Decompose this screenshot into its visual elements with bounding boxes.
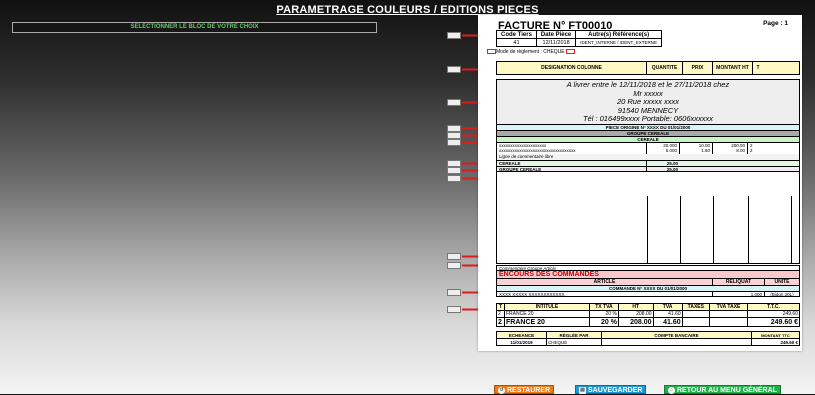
- restore-label: RESTAURER: [507, 387, 551, 394]
- color-swatch[interactable]: [447, 262, 461, 269]
- color-swatch[interactable]: [447, 253, 461, 260]
- line-t: 2: [750, 148, 753, 153]
- column-divider: [680, 196, 681, 263]
- echeance-table[interactable]: ECHEANCE RÉGLÉE PAR COMPTE BANCAIRE MONT…: [496, 331, 800, 346]
- tva-h-taxes: TAXES: [681, 303, 711, 311]
- encours-title[interactable]: ENCOURS DES COMMANDES: [496, 270, 800, 278]
- ech-h-compte: COMPTE BANCAIRE: [601, 331, 752, 339]
- color-swatch[interactable]: [447, 99, 461, 106]
- tva-h-tva: TVA: [652, 303, 683, 311]
- tva-tva: 41.60: [652, 317, 683, 327]
- col-price: PRIX: [683, 62, 713, 74]
- tva-h-tvataxe: TVA TAXE: [709, 303, 748, 311]
- tva-ttc: 249.60 €: [747, 317, 800, 327]
- col-t: T: [756, 65, 760, 71]
- payment-mode-label: Mode de règlement :: [496, 49, 542, 55]
- color-swatch[interactable]: [447, 32, 461, 39]
- ech-h-ttc: MONTANT TTC: [751, 331, 800, 339]
- tva-tx: 20 %: [589, 317, 619, 327]
- enc-unit: (Bidon 20L): [770, 292, 794, 297]
- enc-col-unite: UNITE: [774, 279, 790, 285]
- color-swatch[interactable]: [447, 167, 461, 174]
- date-piece-value: 12/11/2018: [535, 38, 577, 47]
- tva-ttc: 249.60: [747, 310, 800, 318]
- col-quantity: QUANTITE: [647, 62, 683, 74]
- subtotal-groupe[interactable]: GROUPE CEREALE 25.00: [497, 166, 799, 172]
- ech-reglee: CHEQUE: [546, 338, 602, 346]
- col-designation: DESIGNATION COLONNE: [497, 62, 647, 74]
- enc-col-article: ARTICLE: [497, 279, 713, 285]
- payment-mode-value: CHEQUE: [543, 49, 565, 55]
- tva-ht: 208.00: [617, 317, 654, 327]
- menu-label: RETOUR AU MENU GÉNÉRAL: [677, 387, 777, 394]
- color-swatch[interactable]: [447, 139, 461, 146]
- address-line: Tél : 016499xxxx Portable: 0606xxxxxx: [582, 114, 714, 124]
- mode-value-marker[interactable]: [566, 49, 576, 55]
- subtotal-value: 25.00: [666, 167, 678, 172]
- column-divider: [748, 196, 749, 263]
- restore-button[interactable]: ↺ RESTAURER: [494, 385, 555, 394]
- page-number: Page : 1: [763, 20, 788, 27]
- col-amount: MONTANT HT: [713, 62, 753, 74]
- encours-line[interactable]: XXXX XXXXX XXXXXXXXXXXX 1.000 (Bidon 20L…: [496, 291, 800, 297]
- color-swatch[interactable]: [447, 160, 461, 167]
- ech-h-echeance: ECHEANCE: [496, 331, 547, 339]
- enc-qty: 1.000: [713, 292, 765, 297]
- tva-t: 2: [496, 317, 505, 327]
- color-swatch[interactable]: [447, 66, 461, 73]
- ech-ttc: 249.60 €: [751, 338, 800, 346]
- color-swatch[interactable]: [447, 289, 461, 296]
- code-tiers-value: 41: [496, 38, 537, 47]
- delivery-address[interactable]: A livrer entre le 12/11/2018 et le 27/11…: [497, 80, 799, 124]
- line-amount: 8.00: [713, 148, 748, 154]
- column-divider: [647, 196, 648, 263]
- subtotal-label: CEREALE: [497, 161, 647, 166]
- encours-columns[interactable]: ARTICLE RELIQUAT UNITE: [496, 278, 800, 285]
- invoice-header-table: Code Tiers Date Pièce Autre(s) Référence…: [496, 30, 663, 47]
- date-piece-header: Date Pièce: [535, 30, 577, 39]
- tva-tva: 41.60: [652, 310, 683, 318]
- tva-ht: 208.00: [617, 310, 654, 318]
- subtotal-value: 25.00: [666, 161, 678, 166]
- refs-value: IDENT_INTERNE / IDENT_EXTERNE: [575, 38, 663, 47]
- tva-h-ht: HT: [617, 303, 654, 311]
- restore-icon: ↺: [498, 386, 505, 394]
- tva-intitule: FRANCE 20: [504, 310, 590, 318]
- back-to-menu-button[interactable]: ⌂ RETOUR AU MENU GÉNÉRAL: [664, 385, 781, 394]
- color-swatch[interactable]: [447, 125, 461, 132]
- save-icon: ▤: [579, 386, 586, 394]
- encours-block: Commentaire Groupe Article ENCOURS DES C…: [496, 265, 800, 297]
- code-tiers-header: Code Tiers: [496, 30, 537, 39]
- save-button[interactable]: ▤ SAUVEGARDER: [575, 385, 647, 394]
- enc-designation: XXXX XXXXX XXXXXXXXXXXX: [497, 292, 713, 297]
- column-divider: [791, 196, 792, 263]
- column-header-row[interactable]: DESIGNATION COLONNE QUANTITE PRIX MONTAN…: [496, 61, 800, 75]
- invoice-preview: FACTURE N° FT00010 Page : 1 Code Tiers D…: [478, 15, 802, 351]
- mode-marker[interactable]: [487, 49, 496, 54]
- save-label: SAUVEGARDER: [588, 387, 643, 394]
- refs-header: Autre(s) Référence(s): [575, 30, 663, 39]
- tva-intitule: FRANCE 20: [504, 317, 590, 327]
- ech-date: 11/01/2019: [496, 338, 547, 346]
- color-swatch[interactable]: [447, 132, 461, 139]
- color-swatch[interactable]: [447, 175, 461, 182]
- enc-col-reliquat: RELIQUAT: [713, 279, 765, 285]
- ech-h-reglee: RÉGLÉE PAR: [546, 331, 602, 339]
- tva-tx: 20 %: [589, 310, 619, 318]
- block-selector[interactable]: SELECTIONNER LE BLOC DE VOTRE CHOIX: [12, 22, 377, 33]
- column-divider: [713, 196, 714, 263]
- subtotal-label: GROUPE CEREALE: [497, 167, 647, 172]
- tva-h-t: T: [496, 303, 505, 311]
- tva-table[interactable]: T INTITULE TX TVA HT TVA TAXES TVA TAXE …: [496, 303, 800, 327]
- home-icon: ⌂: [668, 386, 675, 394]
- color-swatch[interactable]: [447, 306, 461, 313]
- invoice-body: A livrer entre le 12/11/2018 et le 27/11…: [496, 79, 800, 264]
- line-price: 1.60: [680, 148, 713, 154]
- line-qty: 5.000: [647, 148, 680, 154]
- tva-h-ttc: T.T.C.: [747, 303, 800, 311]
- tva-h-tx: TX TVA: [589, 303, 619, 311]
- payment-mode: Mode de règlement : CHEQUE: [496, 49, 576, 55]
- tva-h-intitule: INTITULE: [504, 303, 590, 311]
- tva-t: 2: [496, 310, 505, 318]
